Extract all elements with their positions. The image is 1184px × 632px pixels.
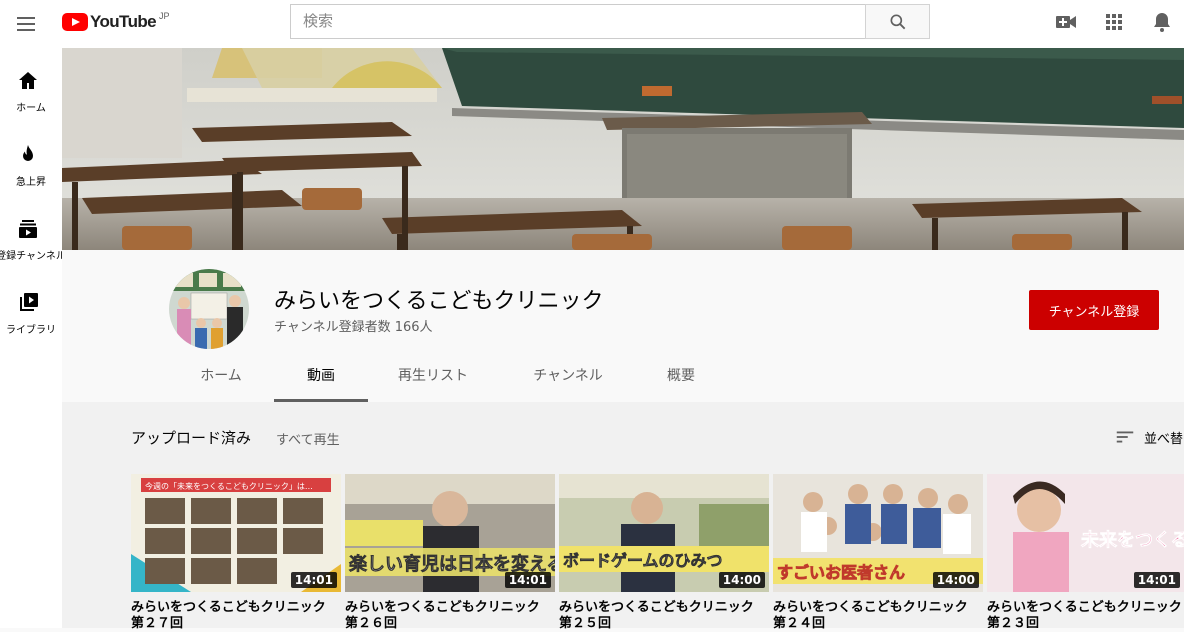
trending-flame-icon xyxy=(23,145,33,161)
sidebar-item-library[interactable]: ライブラリ xyxy=(0,280,62,354)
sort-label: 並べ替え xyxy=(1144,432,1184,447)
video-duration: 14:00 xyxy=(932,572,979,588)
thumbnail-caption: 今週の「未来をつくるこどもクリニック」は… xyxy=(145,481,313,491)
video-thumbnail[interactable]: 楽しい育児は日本を変える 14:01 xyxy=(345,474,555,592)
sidebar-item-label: ライブラリ xyxy=(6,325,56,336)
video-duration: 14:01 xyxy=(504,572,551,588)
notifications-bell-icon[interactable] xyxy=(1150,10,1174,34)
tab-videos[interactable]: 動画 xyxy=(274,358,368,402)
classroom-banner-image xyxy=(62,48,1184,250)
youtube-play-icon xyxy=(62,13,88,31)
sidebar-item-label: 急上昇 xyxy=(16,177,46,188)
channel-banner xyxy=(62,48,1184,250)
search-input[interactable]: 検索 xyxy=(290,4,866,39)
subscribe-button[interactable]: チャンネル登録 xyxy=(1029,290,1159,330)
video-thumbnail[interactable]: 今週の「未来をつくるこどもクリニック」は… 14:01 xyxy=(131,474,341,592)
channel-header: みらいをつくるこどもクリニック チャンネル登録者数 166人 チャンネル登録 ホ… xyxy=(62,250,1184,402)
sidebar-item-label: 登録チャンネル xyxy=(0,251,66,262)
side-navigation: ホーム 急上昇 登録チャンネル ライブラリ xyxy=(0,48,66,628)
thumbnail-caption: 未来をつくる お医者さん xyxy=(1081,530,1184,551)
video-duration: 14:01 xyxy=(290,572,337,588)
menu-icon[interactable] xyxy=(14,12,38,36)
video-title[interactable]: みらいをつくるこどもクリニック 第２７回 xyxy=(131,600,341,632)
sort-icon xyxy=(1116,431,1134,443)
subscriptions-icon xyxy=(19,220,37,238)
tab-playlists[interactable]: 再生リスト xyxy=(384,358,482,402)
video-card[interactable]: ボードゲームのひみつ 14:00 みらいをつくるこどもクリニック 第２５回 xyxy=(559,474,769,631)
video-card[interactable]: 今週の「未来をつくるこどもクリニック」は… 14:01 みらいをつくるこどもクリ… xyxy=(131,474,341,631)
play-all-link[interactable]: すべて再生 xyxy=(276,429,340,448)
create-video-icon[interactable] xyxy=(1054,10,1078,34)
video-title[interactable]: みらいをつくるこどもクリニック 第２４回 xyxy=(773,600,983,632)
video-title[interactable]: みらいをつくるこどもクリニック 第２６回 xyxy=(345,600,555,632)
tab-about[interactable]: 概要 xyxy=(652,358,710,402)
channel-avatar-image xyxy=(169,269,249,349)
video-card[interactable]: すごいお医者さん 14:00 みらいをつくるこどもクリニック 第２４回 xyxy=(773,474,983,631)
video-duration: 14:00 xyxy=(718,572,765,588)
section-title: アップロード済み xyxy=(131,429,252,447)
top-bar: YouTube JP 検索 xyxy=(0,0,1184,48)
search-button[interactable] xyxy=(865,4,930,39)
sidebar-item-home[interactable]: ホーム xyxy=(0,58,62,132)
youtube-logo[interactable]: YouTube JP xyxy=(62,11,170,33)
video-title[interactable]: みらいをつくるこどもクリニック 第２３回 xyxy=(987,600,1184,628)
video-card[interactable]: 未来をつくる お医者さん 14:01 みらいをつくるこどもクリニック 第２３回 xyxy=(987,474,1184,628)
channel-title: みらいをつくるこどもクリニック xyxy=(274,289,604,314)
sidebar-item-subscriptions[interactable]: 登録チャンネル xyxy=(0,206,66,280)
video-thumbnail[interactable]: 未来をつくる お医者さん 14:01 xyxy=(987,474,1184,592)
tab-home[interactable]: ホーム xyxy=(184,358,258,402)
logo-country-code: JP xyxy=(159,11,170,21)
video-thumbnail[interactable]: すごいお医者さん 14:00 xyxy=(773,474,983,592)
thumbnail-caption: すごいお医者さん xyxy=(777,563,905,582)
tab-channels[interactable]: チャンネル xyxy=(518,358,618,402)
video-card[interactable]: 楽しい育児は日本を変える 14:01 みらいをつくるこどもクリニック 第２６回 xyxy=(345,474,555,631)
library-icon xyxy=(20,293,38,311)
channel-avatar[interactable] xyxy=(169,269,249,349)
home-icon xyxy=(19,72,37,89)
apps-grid-icon[interactable] xyxy=(1102,10,1126,34)
videos-section: アップロード済み すべて再生 並べ替え 今週の「未来をつくるこどもクリニック」は… xyxy=(62,402,1184,631)
video-thumbnail[interactable]: ボードゲームのひみつ 14:00 xyxy=(559,474,769,592)
logo-text: YouTube xyxy=(90,12,157,31)
subscriber-count: チャンネル登録者数 166人 xyxy=(274,320,433,335)
thumbnail-caption: ボードゲームのひみつ xyxy=(563,551,723,570)
sidebar-item-label: ホーム xyxy=(16,103,46,114)
video-title[interactable]: みらいをつくるこどもクリニック 第２５回 xyxy=(559,600,769,632)
search-icon xyxy=(890,14,906,30)
sidebar-item-trending[interactable]: 急上昇 xyxy=(0,132,62,206)
video-duration: 14:01 xyxy=(1133,572,1180,588)
